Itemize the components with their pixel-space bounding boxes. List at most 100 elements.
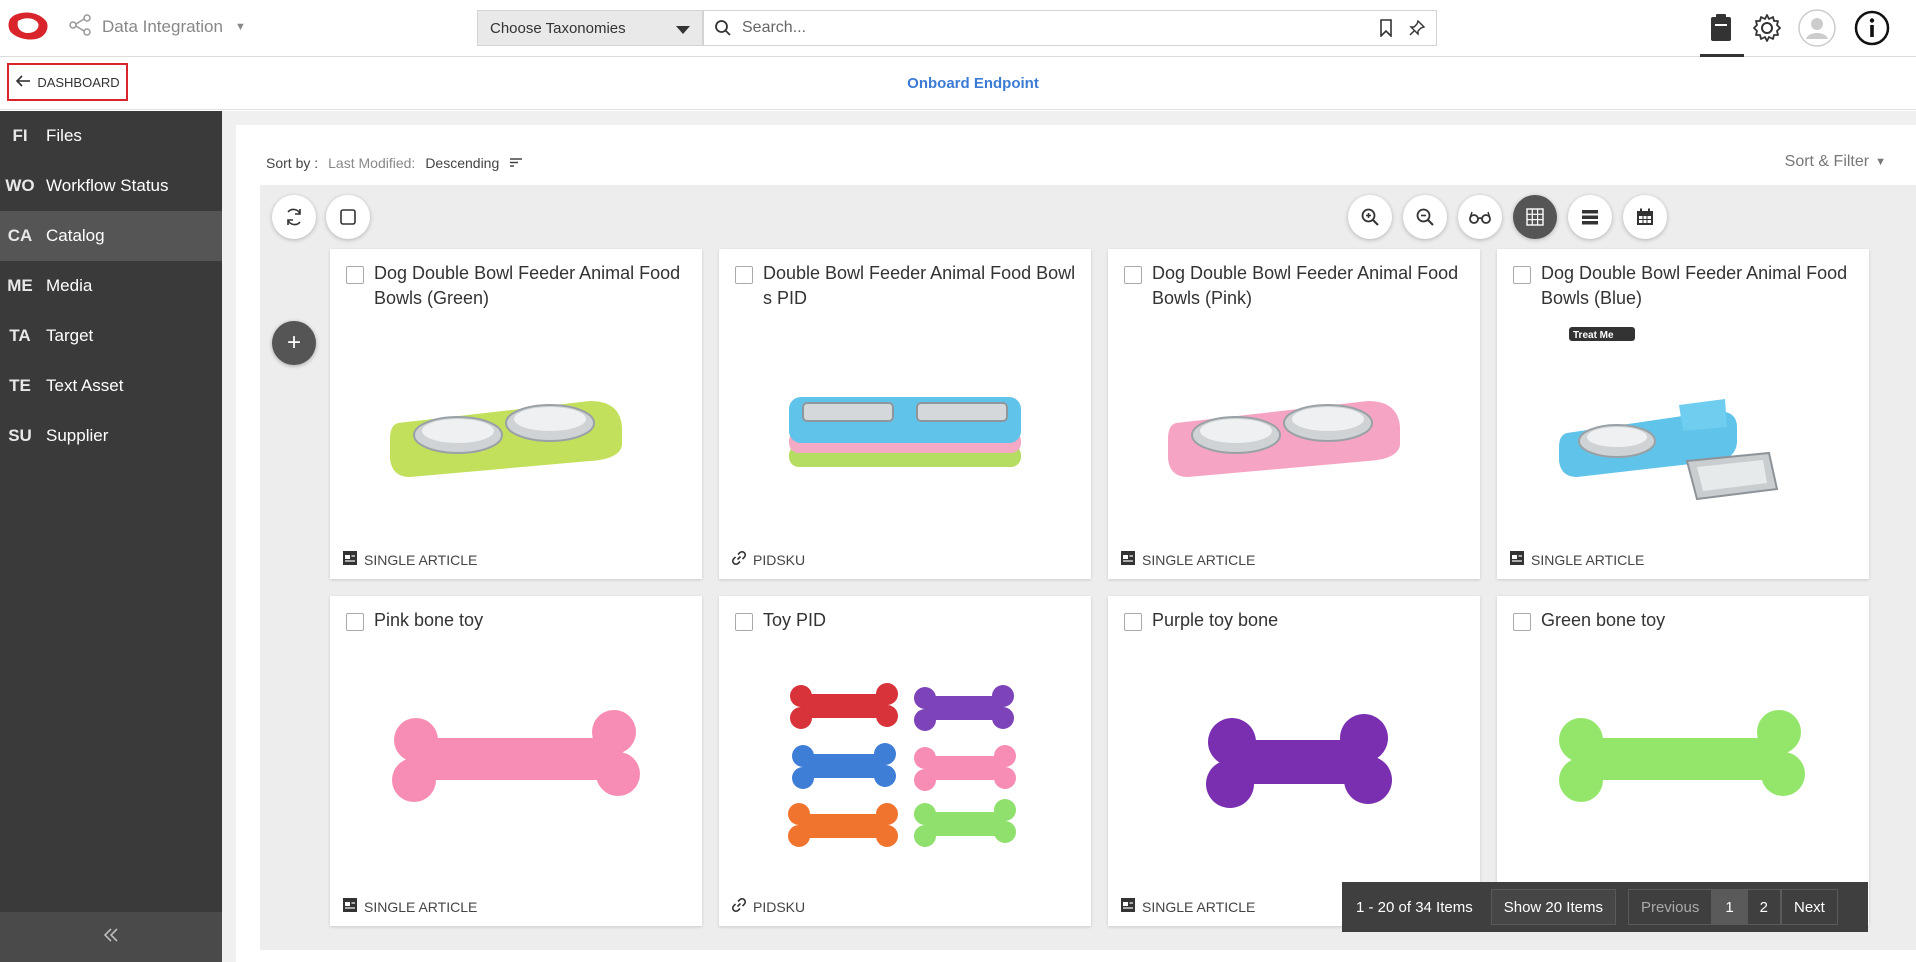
item-checkbox[interactable] — [1513, 266, 1531, 284]
plus-icon: + — [286, 329, 301, 356]
item-count: 1 - 20 of 34 Items — [1356, 898, 1473, 916]
sort-field[interactable]: Last Modified: — [328, 155, 415, 171]
sidebar-item-supplier[interactable]: SU Supplier — [0, 411, 222, 461]
page-title: Onboard Endpoint — [907, 75, 1039, 92]
list-view-button[interactable] — [1568, 195, 1612, 239]
sidebar-item-abbr: TA — [9, 326, 31, 345]
search-input[interactable] — [742, 11, 1342, 45]
item-card[interactable]: Pink bone toy SINGLE ARTICLE — [330, 596, 702, 926]
item-card[interactable]: Toy PID PIDSKU — [719, 596, 1091, 926]
share-nodes-icon — [68, 13, 92, 41]
previous-page-button[interactable]: Previous — [1627, 889, 1713, 925]
item-checkbox[interactable] — [1124, 266, 1142, 284]
bookmark-icon[interactable] — [1378, 19, 1394, 42]
item-title: Pink bone toy — [374, 610, 484, 630]
item-card[interactable]: Green bone toy SINGLE ARTICLE — [1497, 596, 1869, 926]
sidebar-item-target[interactable]: TA Target — [0, 311, 222, 361]
item-checkbox[interactable] — [346, 266, 364, 284]
zoom-out-button[interactable] — [1403, 195, 1447, 239]
info-icon[interactable] — [1852, 8, 1892, 48]
select-all-button[interactable] — [326, 195, 370, 239]
item-card[interactable]: Dog Double Bowl Feeder Animal Food Bowls… — [330, 249, 702, 579]
double-chevron-left-icon — [102, 926, 120, 949]
item-card[interactable]: Purple toy bone SINGLE ARTICLE — [1108, 596, 1480, 926]
zoom-in-icon — [1361, 208, 1379, 226]
sidebar-item-abbr: FI — [12, 126, 28, 145]
sidebar-item-abbr: WO — [5, 176, 35, 195]
article-icon — [1120, 897, 1136, 916]
grid-view-button[interactable] — [1513, 195, 1557, 239]
sidebar-item-label: Text Asset — [46, 376, 124, 395]
sidebar-item-abbr: ME — [7, 276, 33, 295]
item-card[interactable]: Dog Double Bowl Feeder Animal Food Bowls… — [1108, 249, 1480, 579]
sort-lines-icon[interactable] — [509, 155, 523, 171]
sidebar-item-catalog[interactable]: CA Catalog — [0, 211, 222, 261]
item-card[interactable]: Double Bowl Feeder Animal Food Bowls PID… — [719, 249, 1091, 579]
item-type: SINGLE ARTICLE — [1509, 550, 1644, 569]
item-title: Toy PID — [763, 610, 827, 630]
avatar[interactable] — [1797, 8, 1837, 48]
taxonomy-select-label: Choose Taxonomies — [490, 20, 626, 37]
item-title: Green bone toy — [1541, 610, 1666, 630]
sidebar-item-label: Target — [46, 326, 94, 345]
item-checkbox[interactable] — [1513, 613, 1531, 631]
next-page-button[interactable]: Next — [1781, 889, 1838, 925]
page-1-button[interactable]: 1 — [1712, 889, 1747, 925]
item-checkbox[interactable] — [346, 613, 364, 631]
active-tab-indicator — [1700, 54, 1744, 57]
square-icon — [340, 209, 356, 225]
item-type-label: SINGLE ARTICLE — [1142, 551, 1256, 568]
sidebar-item-files[interactable]: FI Files — [0, 111, 222, 161]
sidebar-item-label: Files — [46, 126, 82, 145]
product-image — [759, 327, 1051, 527]
calendar-view-button[interactable] — [1623, 195, 1667, 239]
page-2-button[interactable]: 2 — [1746, 889, 1781, 925]
tasks-icon[interactable] — [1701, 8, 1741, 48]
app-name: Data Integration — [102, 17, 223, 36]
preview-button[interactable] — [1458, 195, 1502, 239]
glasses-icon — [1469, 211, 1491, 224]
sidebar-item-label: Media — [46, 276, 93, 295]
calendar-icon — [1637, 208, 1653, 225]
refresh-button[interactable] — [272, 195, 316, 239]
pin-icon[interactable] — [1408, 19, 1426, 42]
main-content: Sort by : Last Modified: Descending Sort… — [222, 111, 1916, 962]
sidebar-item-text-asset[interactable]: TE Text Asset — [0, 361, 222, 411]
item-checkbox[interactable] — [735, 266, 753, 284]
product-image — [370, 327, 662, 527]
sidebar: FI Files WO Workflow Status CA Catalog M… — [0, 111, 222, 962]
zoom-in-button[interactable] — [1348, 195, 1392, 239]
item-type-label: PIDSKU — [753, 898, 806, 915]
app-switcher[interactable]: Data Integration ▼ — [68, 13, 246, 41]
page-size-button[interactable]: Show 20 Items — [1490, 889, 1616, 925]
sidebar-item-abbr: CA — [7, 226, 33, 245]
brand-logo[interactable] — [6, 9, 50, 45]
article-icon — [1509, 550, 1525, 569]
chevron-down-icon: ▼ — [234, 21, 246, 33]
add-item-button[interactable]: + — [272, 321, 316, 365]
sidebar-item-media[interactable]: ME Media — [0, 261, 222, 311]
item-type: PIDSKU — [731, 550, 805, 569]
item-type-label: SINGLE ARTICLE — [364, 551, 478, 568]
article-icon — [342, 550, 358, 569]
sort-filter-toggle[interactable]: Sort & Filter ▼ — [1785, 153, 1886, 171]
sidebar-item-workflow-status[interactable]: WO Workflow Status — [0, 161, 222, 211]
product-image: Treat Me — [1537, 327, 1829, 527]
caret-down-icon: ▼ — [1875, 156, 1886, 168]
sort-label: Sort by : — [266, 155, 319, 171]
item-type: SINGLE ARTICLE — [1120, 550, 1255, 569]
article-icon — [342, 897, 358, 916]
sort-order[interactable]: Descending — [425, 155, 499, 171]
item-checkbox[interactable] — [1124, 613, 1142, 631]
taxonomy-select[interactable]: Choose Taxonomies — [477, 10, 703, 46]
item-card[interactable]: Dog Double Bowl Feeder Animal Food Bowls… — [1497, 249, 1869, 579]
sidebar-item-label: Catalog — [46, 226, 105, 245]
items-grid: + Dog Double Bowl Feeder Animal Food Bow… — [260, 185, 1916, 950]
gear-icon[interactable] — [1747, 8, 1787, 48]
refresh-icon — [287, 208, 301, 226]
product-image — [759, 674, 1051, 874]
item-checkbox[interactable] — [735, 613, 753, 631]
item-type: SINGLE ARTICLE — [1120, 897, 1255, 916]
item-type-label: SINGLE ARTICLE — [364, 898, 478, 915]
collapse-sidebar-button[interactable] — [0, 912, 222, 962]
